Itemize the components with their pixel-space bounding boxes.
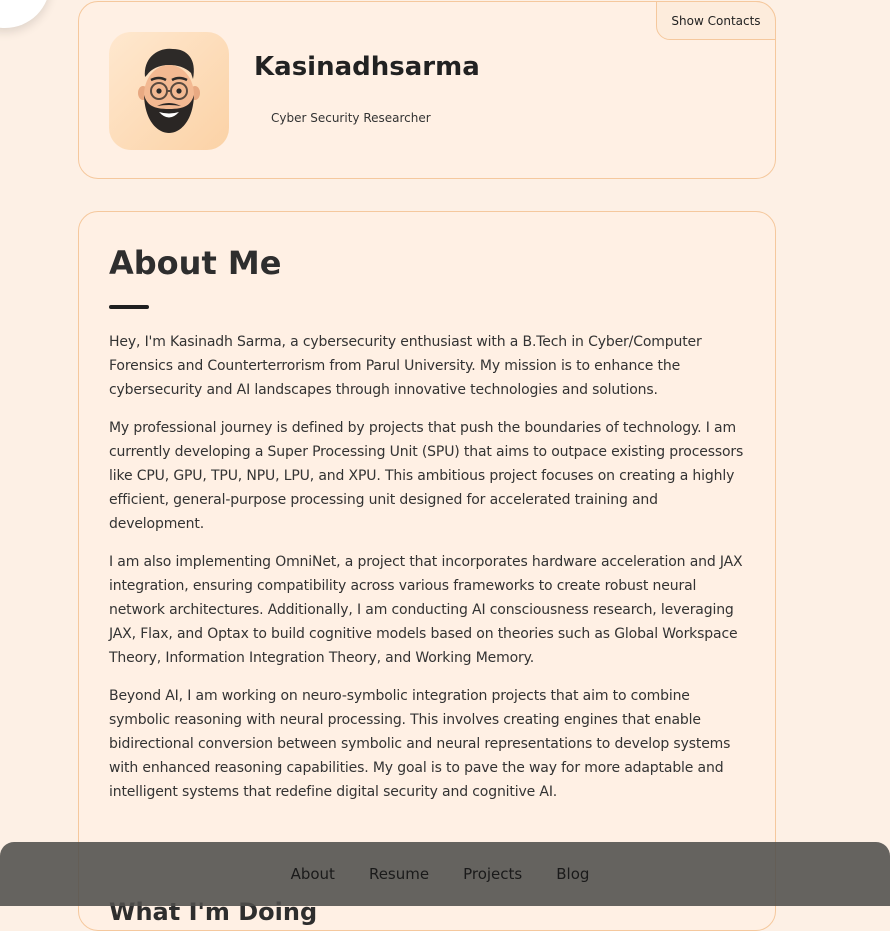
bottom-navbar: About Resume Projects Blog	[0, 842, 890, 906]
memoji-avatar-icon	[138, 48, 200, 133]
decorative-corner-shape	[0, 0, 50, 28]
about-paragraph: Hey, I'm Kasinadh Sarma, a cybersecurity…	[109, 334, 702, 398]
profile-role: Cyber Security Researcher	[271, 111, 431, 125]
title-underline	[109, 305, 149, 309]
about-text: Hey, I'm Kasinadh Sarma, a cybersecurity…	[109, 330, 751, 818]
nav-item-about[interactable]: About	[291, 865, 335, 883]
avatar	[109, 32, 229, 150]
profile-name: Kasinadhsarma	[254, 52, 480, 82]
about-paragraph: My professional journey is defined by pr…	[109, 420, 744, 532]
section-title: About Me	[109, 244, 282, 282]
about-paragraph: I am also implementing OmniNet, a projec…	[109, 554, 743, 666]
nav-item-resume[interactable]: Resume	[369, 865, 429, 883]
nav-item-blog[interactable]: Blog	[556, 865, 589, 883]
profile-card: Kasinadhsarma Cyber Security Researcher …	[78, 1, 776, 179]
nav-item-projects[interactable]: Projects	[463, 865, 522, 883]
show-contacts-button[interactable]: Show Contacts	[656, 1, 776, 40]
about-section: About Me Hey, I'm Kasinadh Sarma, a cybe…	[78, 211, 776, 931]
about-paragraph: Beyond AI, I am working on neuro-symboli…	[109, 688, 731, 800]
